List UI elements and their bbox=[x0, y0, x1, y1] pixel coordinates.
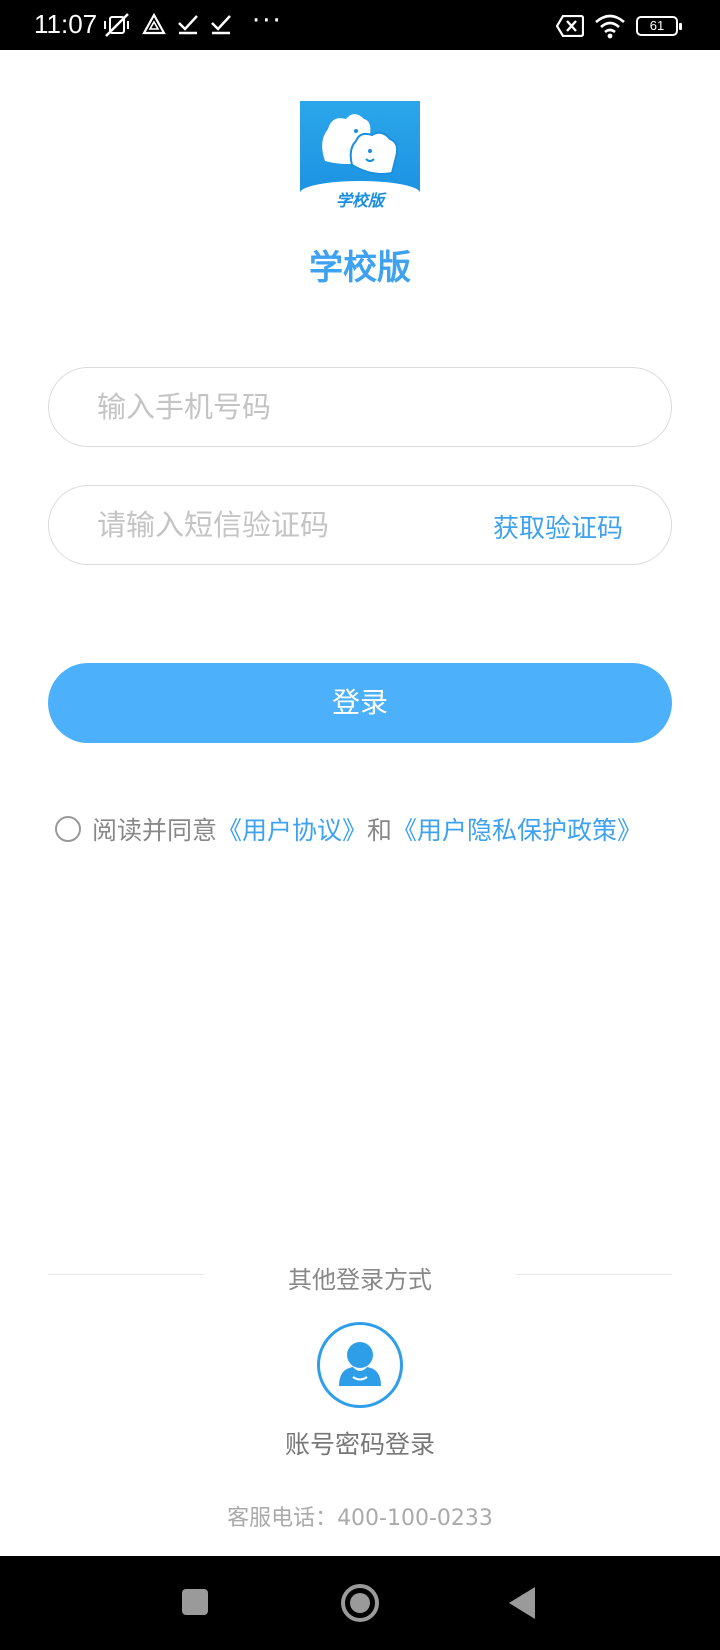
user-avatar-icon[interactable] bbox=[317, 1322, 403, 1408]
more-notifications-icon: ··· bbox=[252, 6, 283, 36]
login-button[interactable]: 登录 bbox=[48, 663, 672, 743]
logo-text: 学校版 bbox=[335, 191, 384, 210]
agreement-prefix: 阅读并同意 bbox=[92, 816, 218, 845]
mute-vibrate-icon bbox=[104, 13, 129, 37]
app-title: 学校版 bbox=[309, 248, 411, 288]
warning-triangle-icon bbox=[142, 12, 166, 35]
wifi-icon bbox=[595, 14, 625, 39]
account-password-login[interactable]: 账号密码登录 bbox=[0, 1425, 720, 1461]
app-logo: 学校版 bbox=[300, 101, 420, 213]
recent-apps-icon[interactable] bbox=[180, 1587, 210, 1617]
status-bar: 11:07 ··· 61 bbox=[0, 0, 720, 50]
check-icon bbox=[211, 15, 231, 35]
divider-right bbox=[516, 1274, 672, 1275]
sim-x-icon bbox=[556, 15, 584, 37]
back-icon[interactable] bbox=[507, 1585, 537, 1621]
sms-code-input[interactable] bbox=[97, 486, 477, 564]
navigation-bar bbox=[0, 1556, 720, 1650]
other-login-title: 其他登录方式 bbox=[288, 1266, 432, 1294]
privacy-policy-link[interactable]: 《用户隐私保护政策》 bbox=[392, 811, 642, 847]
check-icon bbox=[178, 15, 198, 35]
phone-field bbox=[48, 367, 672, 447]
customer-service-hotline: 客服电话：400-100-0233 bbox=[227, 1506, 493, 1531]
phone-input[interactable] bbox=[97, 368, 477, 446]
agreement-and: 和 bbox=[367, 816, 393, 845]
sms-code-field: 获取验证码 bbox=[48, 485, 672, 565]
status-time: 11:07 bbox=[34, 9, 98, 39]
home-icon[interactable] bbox=[339, 1582, 381, 1624]
battery-icon: 61 bbox=[636, 16, 682, 36]
user-agreement-link[interactable]: 《用户协议》 bbox=[217, 811, 367, 847]
user-silhouette bbox=[339, 1342, 381, 1386]
get-code-button[interactable]: 获取验证码 bbox=[493, 508, 623, 545]
agreement-row: 阅读并同意 《用户协议》 和 《用户隐私保护政策》 bbox=[55, 812, 642, 846]
agreement-checkbox[interactable] bbox=[55, 816, 81, 842]
logo-mascot-image bbox=[322, 114, 399, 175]
